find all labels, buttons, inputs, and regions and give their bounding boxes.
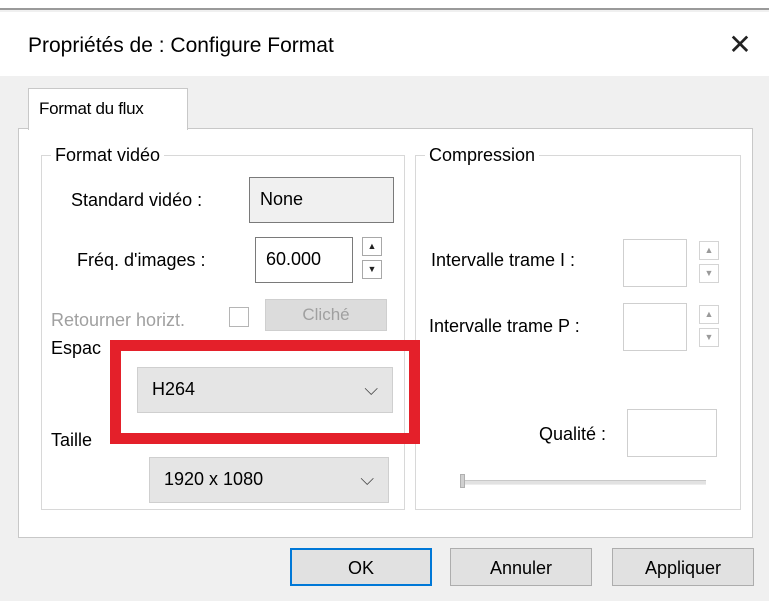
- frame-rate-label: Fréq. d'images :: [77, 250, 206, 270]
- snapshot-button[interactable]: Cliché: [265, 299, 387, 331]
- apply-button[interactable]: Appliquer: [612, 548, 754, 586]
- color-space-label: Espac: [51, 338, 102, 358]
- p-frame-spinner: ▲ ▼: [699, 305, 719, 347]
- p-frame-interval-input[interactable]: [623, 303, 687, 351]
- spin-down-icon[interactable]: ▼: [362, 260, 382, 279]
- ok-button[interactable]: OK: [290, 548, 432, 586]
- tab-panel: Format vidéo Standard vidéo : None Fréq.…: [18, 128, 753, 538]
- frame-rate-input[interactable]: 60.000: [255, 237, 353, 283]
- compression-legend: Compression: [425, 145, 540, 165]
- tab-format-du-flux[interactable]: Format du flux: [28, 88, 188, 130]
- flip-horizontal-checkbox[interactable]: [229, 307, 249, 327]
- quality-slider-track[interactable]: [462, 480, 706, 485]
- close-icon[interactable]: ✕: [718, 26, 762, 66]
- cancel-button[interactable]: Annuler: [450, 548, 592, 586]
- quality-slider-thumb[interactable]: [460, 474, 465, 488]
- p-frame-interval-label: Intervalle trame P :: [429, 316, 580, 336]
- i-frame-interval-label: Intervalle trame I :: [431, 250, 576, 270]
- spin-up-icon[interactable]: ▲: [699, 241, 719, 260]
- window-top-edge: [0, 0, 769, 10]
- video-standard-field: None: [249, 177, 394, 223]
- highlight-box: [110, 340, 420, 444]
- video-standard-label: Standard vidéo :: [71, 190, 203, 210]
- size-value: 1920 x 1080: [164, 469, 264, 489]
- title-bar: Propriétés de : Configure Format ✕: [0, 12, 769, 76]
- frame-rate-spinner: ▲ ▼: [362, 237, 382, 279]
- size-label: Taille: [51, 430, 93, 450]
- quality-label: Qualité :: [539, 424, 607, 444]
- quality-input[interactable]: [627, 409, 717, 457]
- spin-up-icon[interactable]: ▲: [699, 305, 719, 324]
- spin-up-icon[interactable]: ▲: [362, 237, 382, 256]
- i-frame-spinner: ▲ ▼: [699, 241, 719, 283]
- size-dropdown[interactable]: 1920 x 1080 ⌵: [149, 457, 389, 503]
- i-frame-interval-input[interactable]: [623, 239, 687, 287]
- chevron-down-icon: ⌵: [360, 469, 374, 489]
- spin-down-icon[interactable]: ▼: [699, 264, 719, 283]
- spin-down-icon[interactable]: ▼: [699, 328, 719, 347]
- window-title: Propriétés de : Configure Format: [28, 34, 334, 57]
- video-format-legend: Format vidéo: [51, 145, 165, 165]
- flip-horizontal-label: Retourner horizt.: [51, 310, 186, 330]
